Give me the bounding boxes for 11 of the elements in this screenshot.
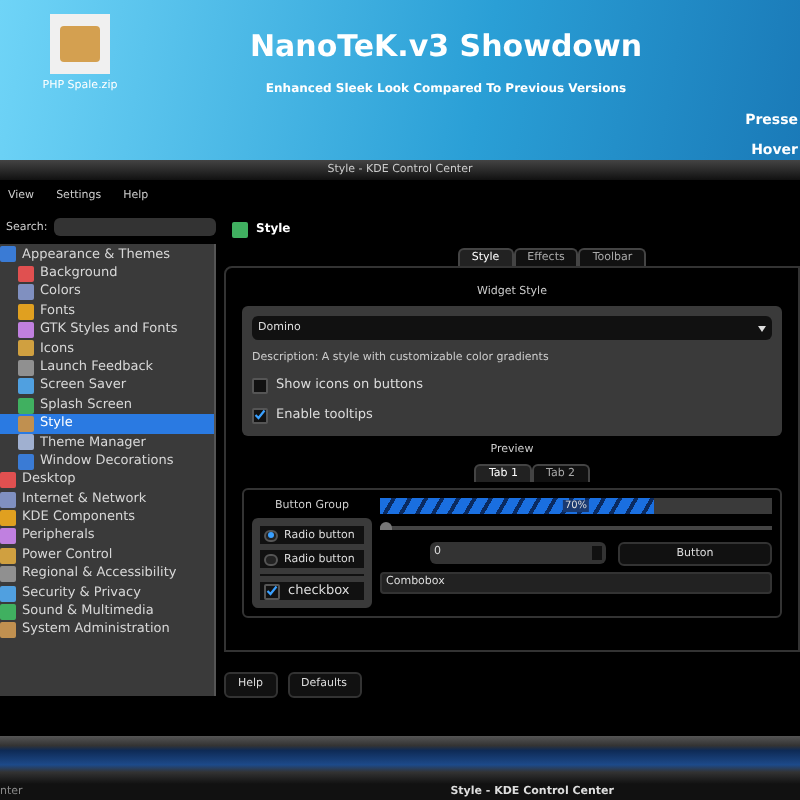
radio-button[interactable] xyxy=(264,529,278,542)
search-field[interactable] xyxy=(53,218,216,237)
radio-button[interactable] xyxy=(264,553,278,566)
slider-handle[interactable] xyxy=(380,522,392,531)
checkbox[interactable] xyxy=(252,378,268,395)
desktop-title: NanoTeK.v3 Showdown xyxy=(249,26,643,68)
checkbox[interactable] xyxy=(252,407,268,424)
caret-icon xyxy=(758,325,766,332)
category-icon xyxy=(0,246,16,263)
style-icon xyxy=(232,221,248,238)
checkbox[interactable] xyxy=(264,583,280,600)
